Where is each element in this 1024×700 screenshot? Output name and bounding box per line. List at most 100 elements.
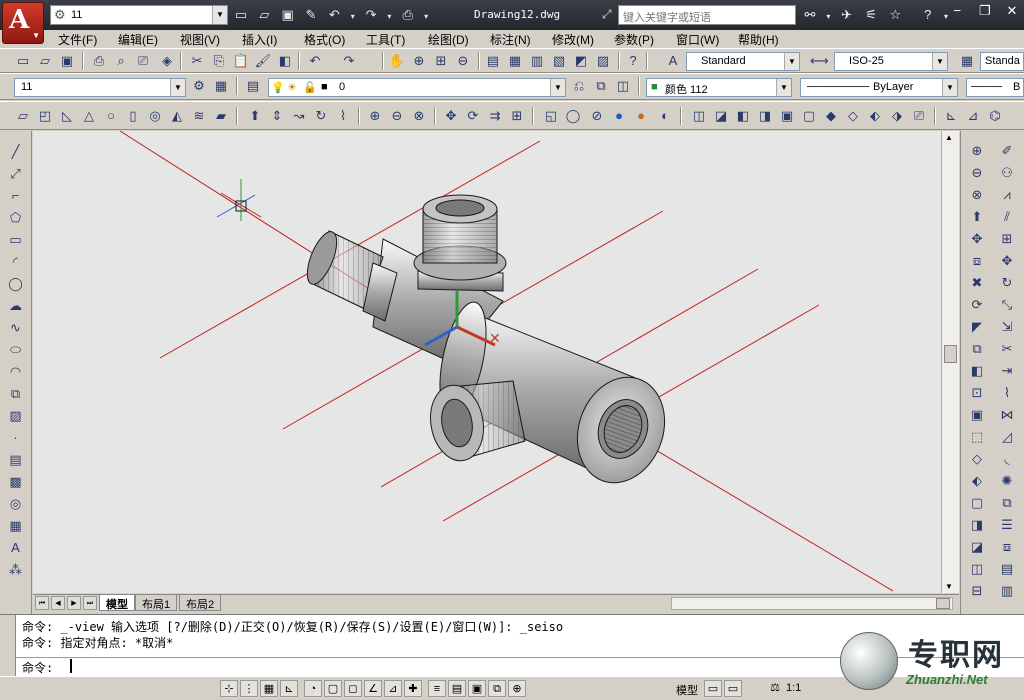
ortho-icon[interactable]: ⊾ [280,680,298,697]
menu-modify[interactable]: 修改(M) [552,31,594,48]
extend-icon[interactable]: ⇥ [996,360,1018,381]
slice-icon[interactable]: ◪ [966,536,988,557]
pyramid-icon[interactable]: ◭ [168,107,186,125]
dim-style-icon[interactable]: ⟷ [810,52,829,70]
design-center-icon[interactable]: ▦ [506,52,524,70]
table-style-combo[interactable]: Standa [980,52,1024,71]
sphere-icon[interactable]: ○ [102,107,120,125]
check-icon[interactable]: ◨ [966,514,988,535]
menu-view[interactable]: 视图(V) [180,31,220,48]
properties-icon[interactable]: ▤ [484,52,502,70]
planar-surface-icon[interactable]: ▰ [212,107,230,125]
first-tab-icon[interactable]: ⏮ [35,596,49,610]
sheet-set-icon[interactable]: ▧ [550,52,568,70]
lineweight-combo[interactable]: ──── B [966,78,1024,97]
color-combo[interactable]: ■ 颜色 112 ▼ [646,78,792,97]
chevron-down-icon[interactable]: ▼ [942,79,957,96]
make-block-icon[interactable]: ▨ [5,405,27,426]
circle-icon[interactable]: ◯ [5,273,27,294]
3d-move-icon[interactable]: ✥ [442,107,460,125]
scroll-up-icon[interactable]: ▲ [945,133,953,142]
application-menu-button[interactable]: A ▼ [2,2,44,44]
save-as-icon[interactable]: ✎ [302,6,320,24]
insert-block-icon[interactable]: ⧉ [5,383,27,404]
cut-icon[interactable]: ✂ [188,52,206,70]
paste-icon[interactable]: 📋 [232,52,250,70]
undo-icon[interactable]: ↶ [325,6,343,24]
menu-format[interactable]: 格式(O) [304,31,345,48]
workspace-combo[interactable]: 11 ▼ [14,78,186,97]
torus-icon[interactable]: ◎ [146,107,164,125]
zoom-realtime-icon[interactable]: ⊕ [410,52,428,70]
chevron-down-icon[interactable]: ▼ [550,79,565,96]
left-view-icon[interactable]: ◧ [734,107,752,125]
nw-iso-icon[interactable]: ⬗ [888,107,906,125]
text-style-icon[interactable]: A [664,52,682,70]
tool-palettes-icon[interactable]: ▥ [528,52,546,70]
cone-icon[interactable]: △ [80,107,98,125]
quickcalc-icon[interactable]: ▨ [594,52,612,70]
se-iso-icon[interactable]: ◇ [844,107,862,125]
transparency-icon[interactable]: ▤ [448,680,466,697]
linetype-combo[interactable]: ──────── ByLayer ▼ [800,78,958,97]
model-viewport[interactable]: ✕ [33,131,959,593]
markup-icon[interactable]: ◩ [572,52,590,70]
break-icon[interactable]: ⌇ [996,382,1018,403]
redo-icon[interactable]: ↷ [362,6,380,24]
ucs-world-icon[interactable]: ⊿ [964,107,982,125]
layer-states-icon[interactable]: ▦ [212,77,230,95]
menu-help[interactable]: 帮助(H) [738,31,779,48]
imprint-icon[interactable]: ⬚ [966,426,988,447]
menu-tools[interactable]: 工具(T) [366,31,405,48]
rotate-icon[interactable]: ↻ [996,272,1018,293]
dyn-icon[interactable]: ✚ [404,680,422,697]
mirror-icon[interactable]: ⩘ [996,184,1018,205]
intersect-icon[interactable]: ⊗ [410,107,428,125]
open-icon[interactable]: ▱ [255,6,273,24]
prev-tab-icon[interactable]: ◀ [51,596,65,610]
region-icon[interactable]: ◎ [5,493,27,514]
tab-layout1[interactable]: 布局1 [135,595,178,611]
separate-icon[interactable]: ⬖ [966,470,988,491]
minimize-icon[interactable]: − [945,0,969,22]
extrude-faces-icon[interactable]: ⬆ [966,206,988,227]
chevron-down-icon[interactable]: ▼ [784,53,799,70]
multiline-text-icon[interactable]: A [5,537,27,558]
snap-mode-icon[interactable]: ⋮ [240,680,258,697]
ducs-icon[interactable]: ⊿ [384,680,402,697]
explode-icon[interactable]: ✺ [996,470,1018,491]
restore-icon[interactable]: ❐ [973,0,997,22]
arc-icon[interactable]: ◜ [5,251,27,272]
menu-window[interactable]: 窗口(W) [676,31,719,48]
publish-icon[interactable]: ⎚ [134,52,152,70]
chevron-down-icon[interactable]: ▼ [170,79,185,96]
tab-layout2[interactable]: 布局2 [179,595,222,611]
dim-style-combo[interactable]: ISO-25 ▼ [834,52,948,71]
shell-icon[interactable]: ▢ [966,492,988,513]
annotation-scale-icon[interactable]: ⚖ [766,680,784,697]
chamfer-icon[interactable]: ◿ [996,426,1018,447]
ellipse-arc-icon[interactable]: ◠ [5,361,27,382]
3d-print-icon[interactable]: ◈ [158,52,176,70]
3d-align-icon[interactable]: ⇉ [486,107,504,125]
drawing-canvas[interactable]: ✕ [33,131,959,593]
pan-icon[interactable]: ✋ [388,52,406,70]
line-icon[interactable]: ╱ [5,141,27,162]
front-view-icon[interactable]: ▣ [778,107,796,125]
next-tab-icon[interactable]: ▶ [67,596,81,610]
stretch-icon[interactable]: ⇲ [996,316,1018,337]
copy-icon[interactable]: ⎘ [210,52,228,70]
chevron-down-icon[interactable]: ▼ [776,79,791,96]
menu-dimension[interactable]: 标注(N) [490,31,531,48]
command-window-grip[interactable] [0,615,16,677]
vertical-scrollbar[interactable]: ▲ ▼ [941,131,959,593]
intersect-icon[interactable]: ⊗ [966,184,988,205]
box-icon[interactable]: ◰ [36,107,54,125]
table-icon[interactable]: ▦ [5,515,27,536]
clean-icon[interactable]: ◇ [966,448,988,469]
quick-properties-icon[interactable]: ▣ [468,680,486,697]
last-tab-icon[interactable]: ⏭ [83,596,97,610]
realistic-icon[interactable]: ● [610,107,628,125]
block-editor-icon[interactable]: ◧ [276,52,294,70]
3d-rotate-icon[interactable]: ⟳ [464,107,482,125]
